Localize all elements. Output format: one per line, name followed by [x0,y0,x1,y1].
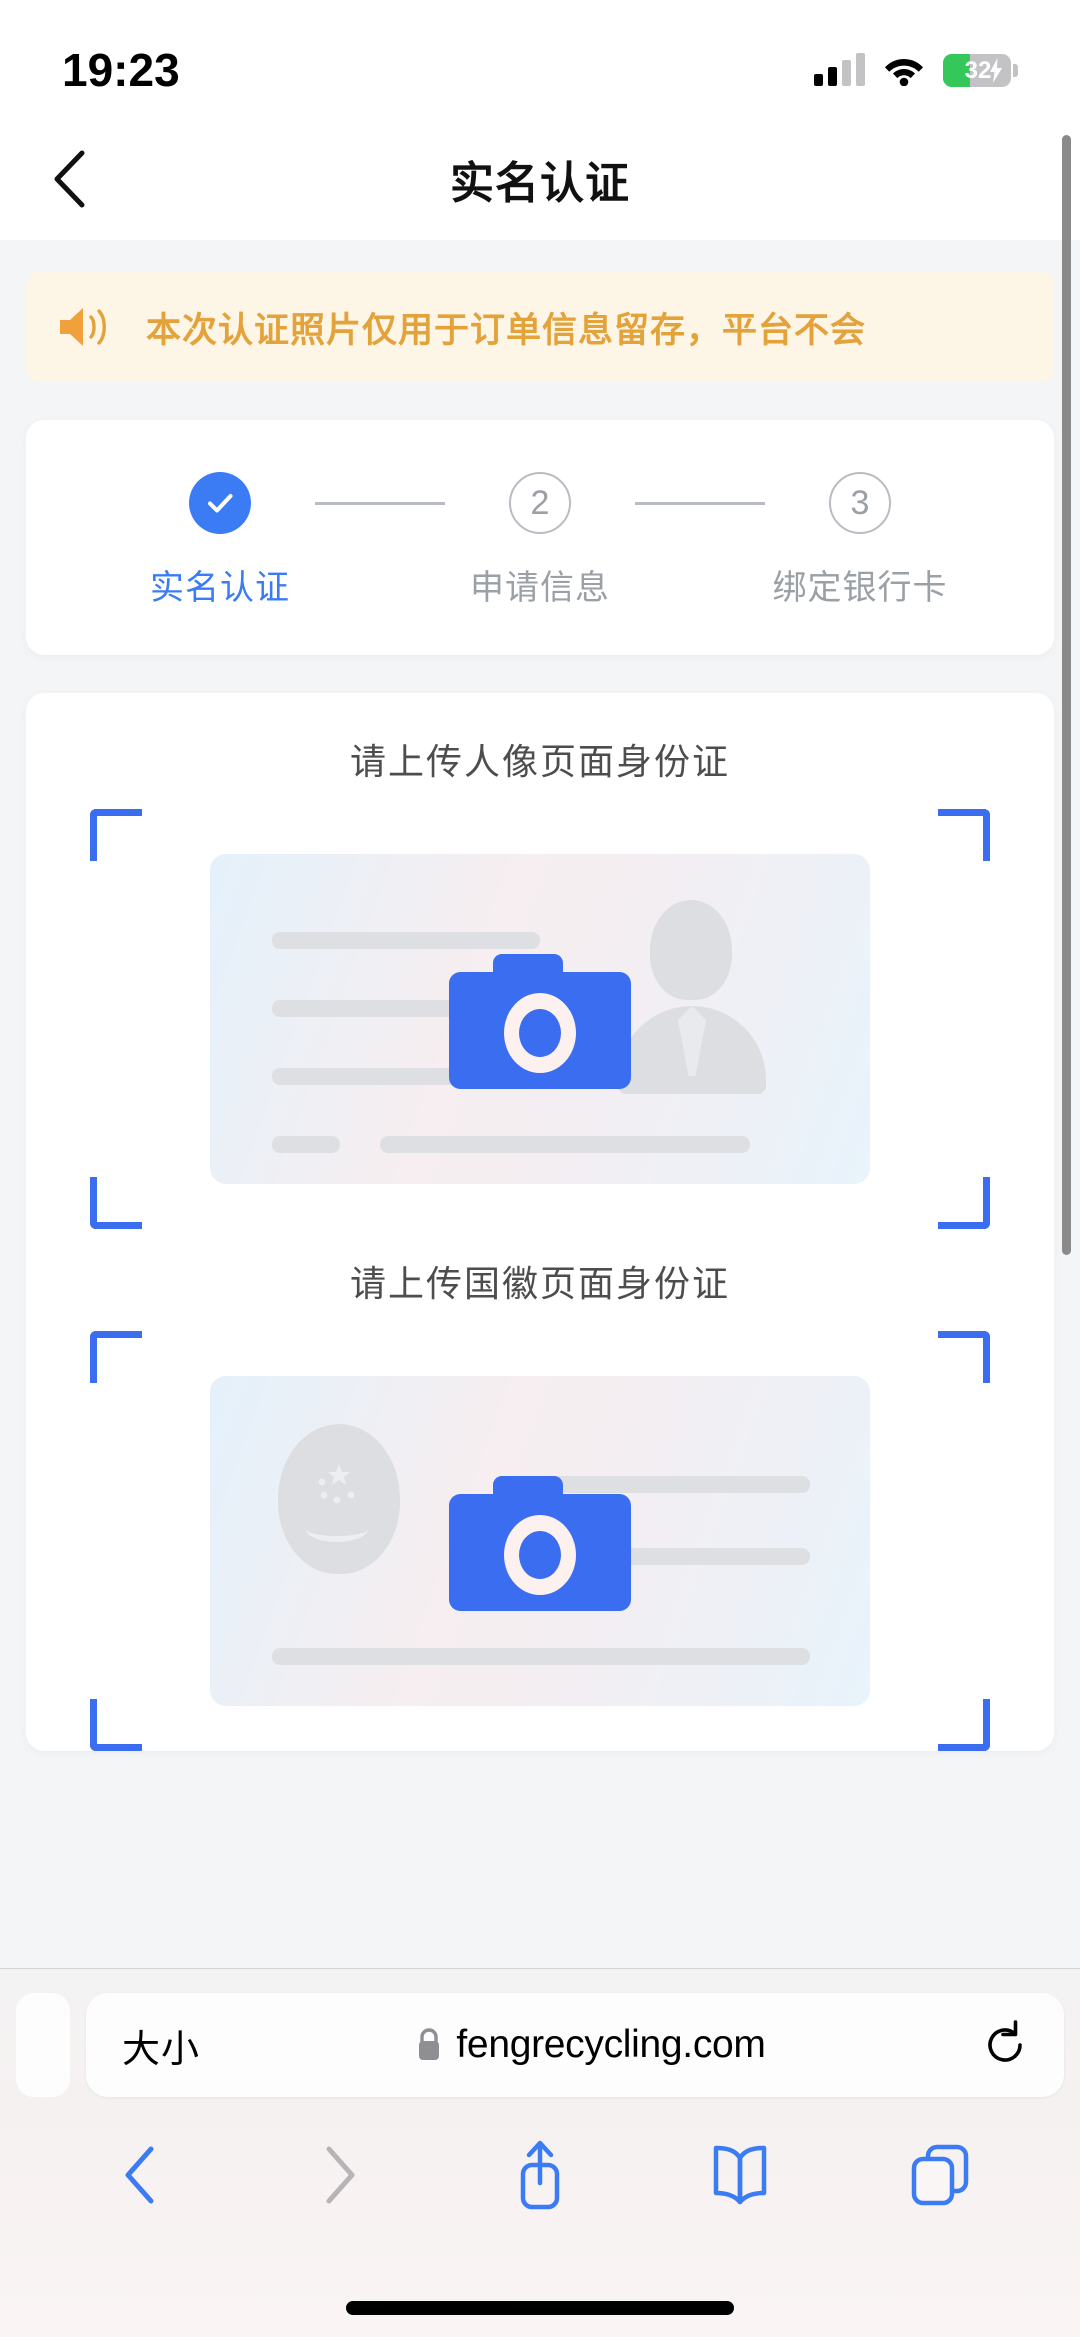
corner-bracket-icon [90,1699,142,1751]
corner-bracket-icon [938,1331,990,1383]
step-marker-done [189,472,251,534]
safari-browser-chrome: 大小 fengrecycling.com [0,1968,1080,2337]
back-button[interactable] [34,144,104,214]
page-content: 本次认证照片仅用于订单信息留存，平台不会 实名认证 2 申请信息 3 绑定银行卡… [0,240,1080,1968]
cellular-signal-icon [814,53,865,86]
browser-back-button[interactable] [95,2130,185,2220]
step-item-3[interactable]: 3 绑定银行卡 [765,472,955,609]
step-item-1[interactable]: 实名认证 [125,472,315,609]
id-card-portrait-illustration [210,854,870,1184]
corner-bracket-icon [938,1699,990,1751]
camera-icon [449,1476,631,1611]
home-indicator [346,2301,734,2315]
step-item-2[interactable]: 2 申请信息 [445,472,635,609]
id-card-emblem-side-upload[interactable] [90,1331,990,1751]
lock-icon [419,2028,440,2060]
page-scrollbar[interactable] [1062,135,1071,1255]
status-bar-indicators: 32 [814,53,1018,87]
tabs-icon [911,2144,969,2206]
chevron-left-icon [54,150,85,208]
chrome-divider [0,1968,1080,1969]
notice-banner[interactable]: 本次认证照片仅用于订单信息留存，平台不会 [26,272,1054,382]
notice-text: 本次认证照片仅用于订单信息留存，平台不会 [146,310,867,350]
bookmarks-button[interactable] [695,2130,785,2220]
camera-icon [449,954,631,1089]
battery-charging-icon: 32 [943,53,1011,87]
book-icon [713,2145,767,2205]
charging-bolt-icon [990,57,1002,83]
address-bar-content: fengrecycling.com [200,2023,982,2067]
step-label-3: 绑定银行卡 [772,569,948,607]
step-marker-3: 3 [829,472,891,534]
url-text: fengrecycling.com [456,2023,766,2066]
upload-title-portrait: 请上传人像页面身份证 [349,741,730,782]
previous-tab-peek[interactable] [16,1993,70,2097]
chevron-right-icon [326,2146,355,2204]
emblem-stars-icon [318,1464,355,1504]
status-bar-clock: 19:23 [62,44,180,96]
progress-stepper: 实名认证 2 申请信息 3 绑定银行卡 [26,420,1054,655]
corner-bracket-icon [938,809,990,861]
id-card-portrait-side-upload[interactable] [90,809,990,1229]
app-navigation-bar: 实名认证 [0,118,1080,240]
corner-bracket-icon [90,1177,142,1229]
wifi-icon [885,59,923,86]
tabs-button[interactable] [895,2130,985,2220]
step-marker-2: 2 [509,472,571,534]
corner-bracket-icon [938,1177,990,1229]
reload-icon[interactable] [982,2020,1028,2070]
status-bar: 19:23 32 [0,0,1080,118]
address-bar[interactable]: 大小 fengrecycling.com [86,1993,1064,2097]
upload-title-emblem: 请上传国徽页面身份证 [349,1263,730,1304]
id-upload-card: 请上传人像页面身份证 请上传国徽页面身份证 [26,693,1054,1751]
corner-bracket-icon [90,809,142,861]
check-icon [208,494,233,513]
stepper-card: 实名认证 2 申请信息 3 绑定银行卡 [26,420,1054,655]
step-label-1: 实名认证 [150,569,290,607]
step-label-2: 申请信息 [470,569,610,607]
page-title: 实名认证 [450,159,630,208]
step-connector-2 [635,502,765,505]
chevron-left-icon [125,2146,154,2204]
text-size-button[interactable]: 大小 [122,2018,200,2073]
corner-bracket-icon [90,1331,142,1383]
phone-screen: 19:23 32 实名认证 本次认证照片仅用于订单信息留存，平台不会 实名认证 … [0,0,1080,2337]
share-icon [520,2140,560,2210]
id-card-emblem-illustration [210,1376,870,1706]
share-button[interactable] [495,2130,585,2220]
speaker-icon [60,308,106,346]
step-connector-1 [315,502,445,505]
browser-toolbar [0,2120,1080,2230]
browser-forward-button[interactable] [295,2130,385,2220]
address-bar-row: 大小 fengrecycling.com [0,1990,1080,2100]
